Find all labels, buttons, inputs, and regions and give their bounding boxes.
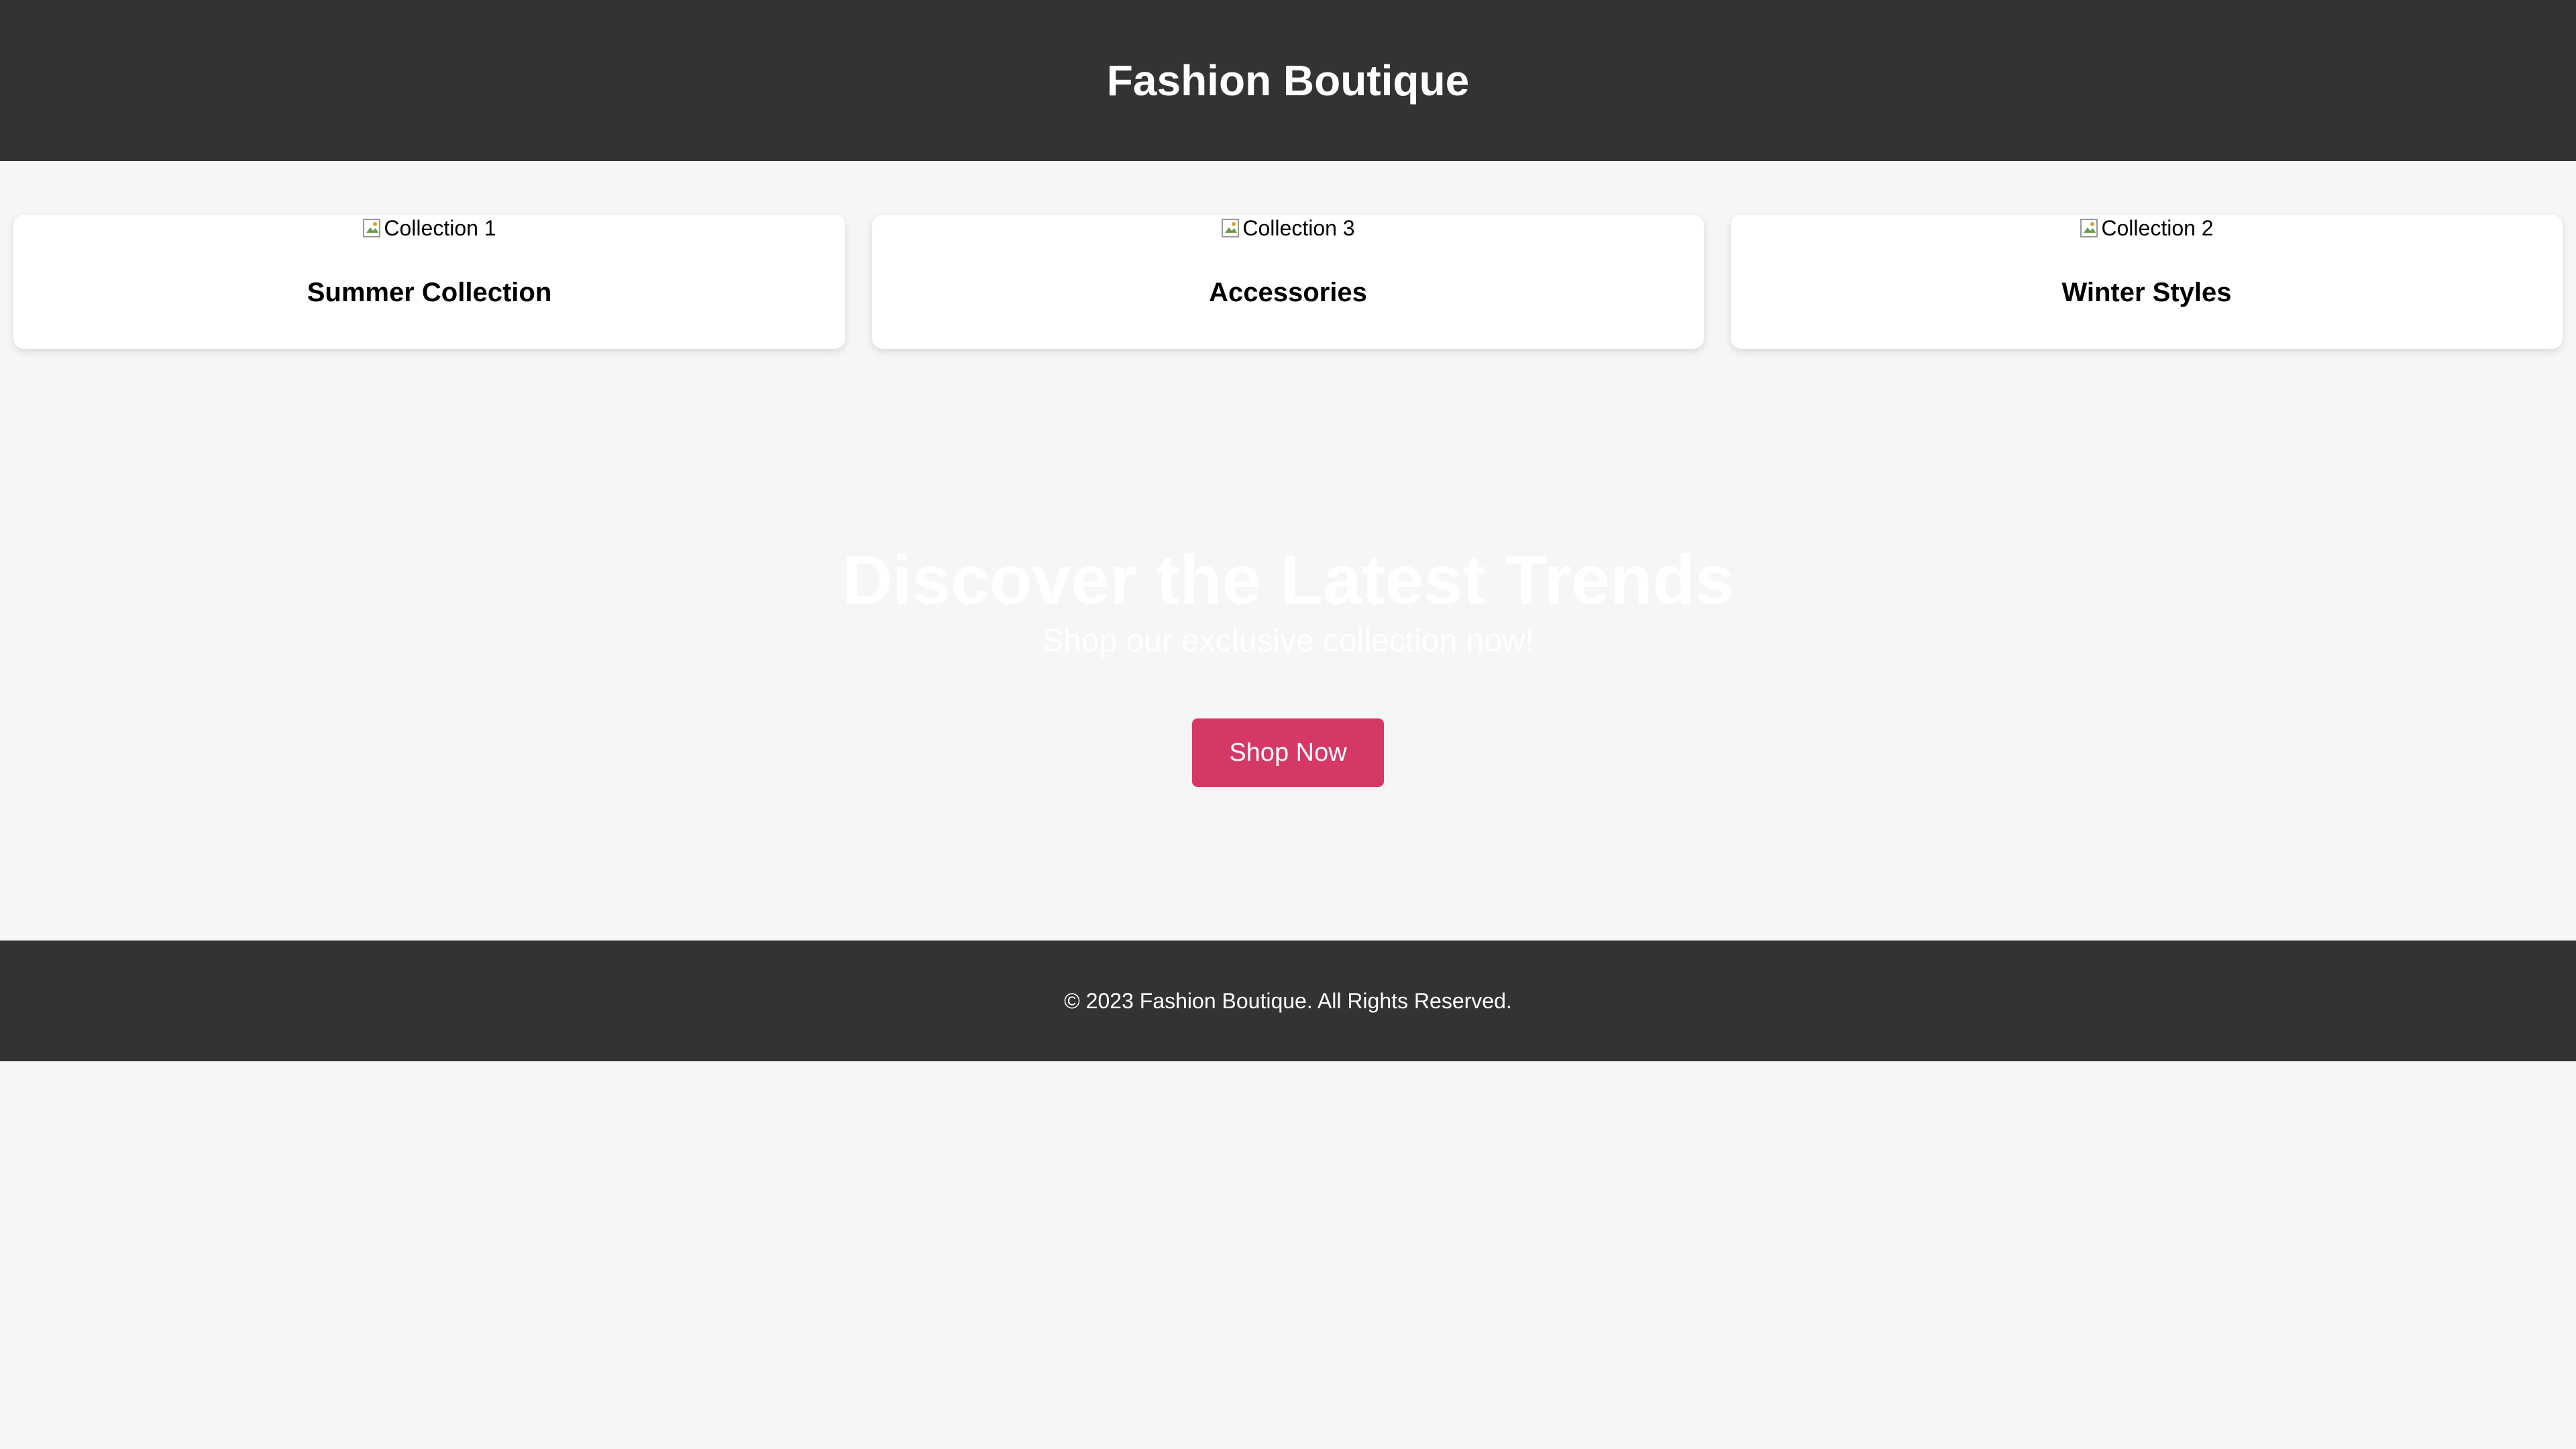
broken-image-icon [1221, 217, 1241, 239]
collections-grid: Collection 1 Summer Collection Collectio… [13, 215, 2563, 349]
collection-image[interactable]: Collection 2 [2080, 215, 2214, 241]
site-footer: © 2023 Fashion Boutique. All Rights Rese… [0, 941, 2576, 1061]
broken-image-icon [362, 217, 382, 239]
collection-image-alt: Collection 3 [1242, 215, 1355, 240]
collection-image-alt: Collection 1 [384, 215, 496, 240]
collection-card-winter[interactable]: Collection 2 Winter Styles [1731, 215, 2563, 349]
hero-subtitle: Shop our exclusive collection now! [1042, 623, 1534, 659]
hero-banner: Discover the Latest Trends Shop our excl… [0, 470, 2576, 939]
collection-image[interactable]: Collection 3 [1221, 215, 1355, 241]
collection-title: Accessories [1209, 278, 1367, 307]
broken-image-icon [2080, 217, 2100, 239]
footer-copyright: © 2023 Fashion Boutique. All Rights Rese… [1064, 988, 1512, 1013]
collection-image-alt: Collection 2 [2101, 215, 2214, 240]
shop-now-button[interactable]: Shop Now [1192, 718, 1384, 788]
collection-image[interactable]: Collection 1 [362, 215, 496, 241]
hero-headline: Discover the Latest Trends [842, 541, 1734, 619]
collection-title: Winter Styles [2061, 278, 2232, 307]
collection-title: Summer Collection [307, 278, 552, 307]
collection-card-summer[interactable]: Collection 1 Summer Collection [13, 215, 845, 349]
collection-card-accessories[interactable]: Collection 3 Accessories [872, 215, 1704, 349]
site-title: Fashion Boutique [1106, 56, 1470, 105]
site-header: Fashion Boutique [0, 0, 2576, 161]
